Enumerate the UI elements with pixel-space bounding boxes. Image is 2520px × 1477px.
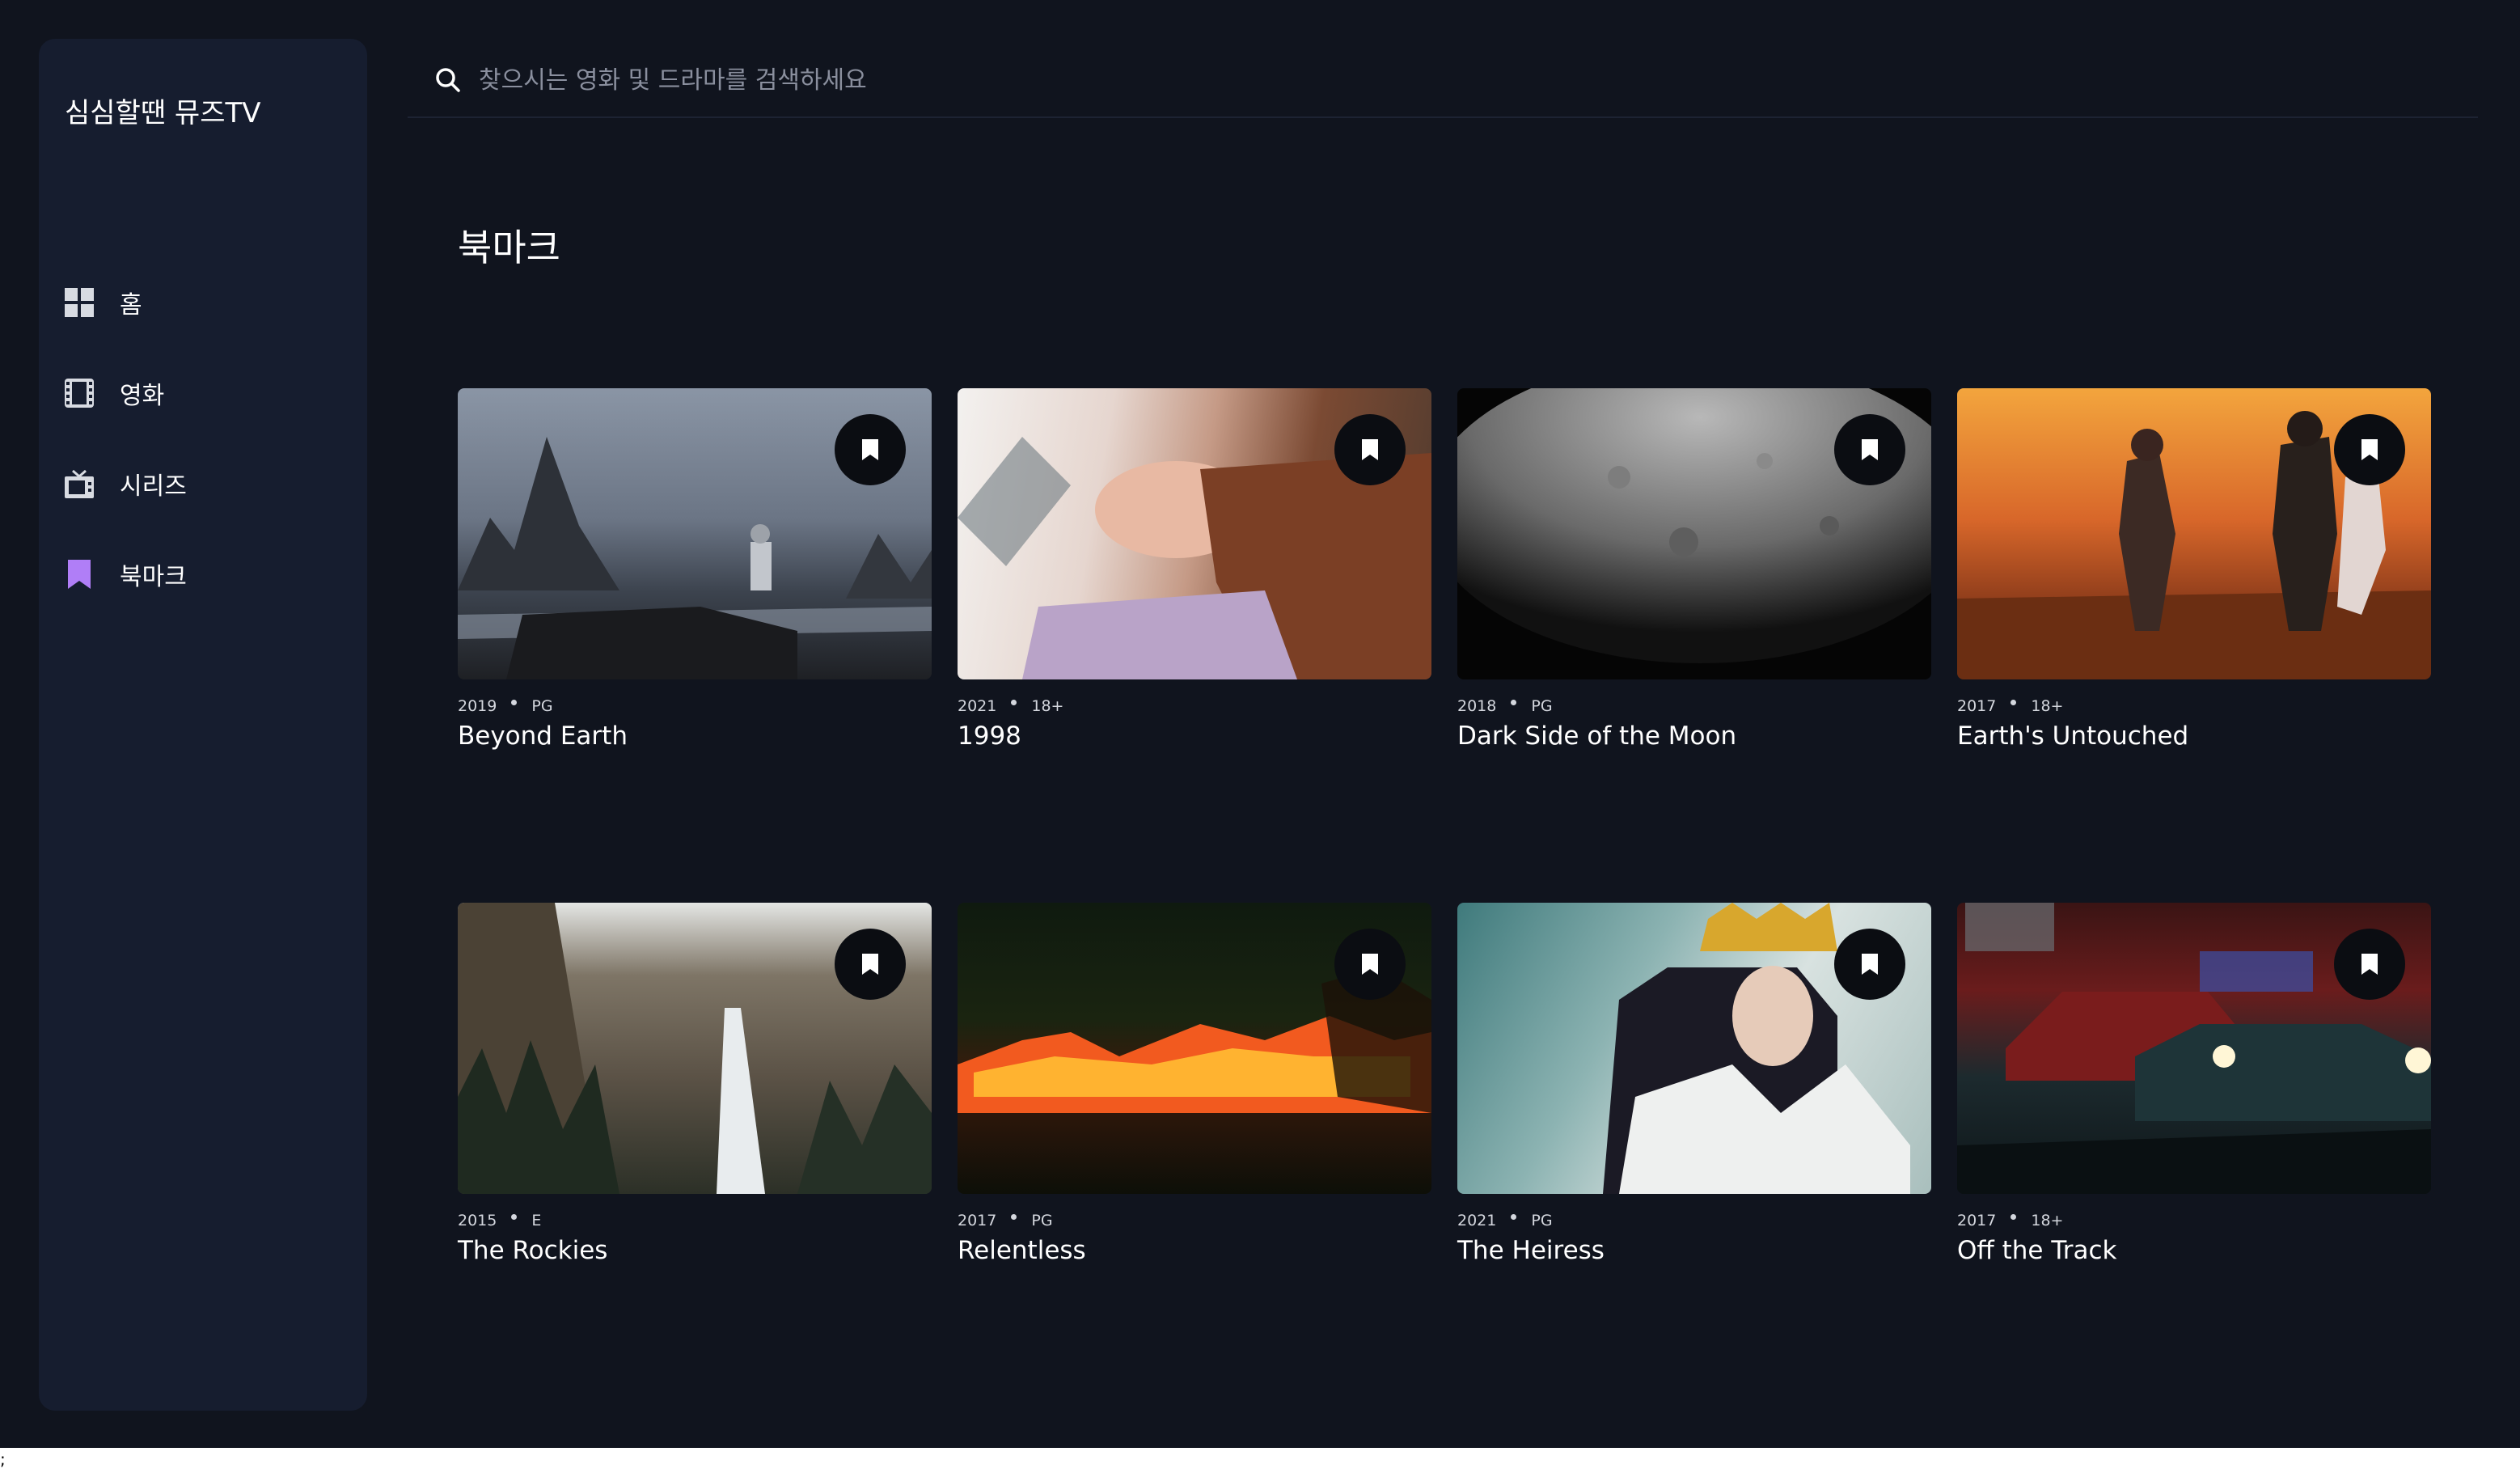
sidebar-item-label: 홈	[120, 291, 142, 320]
card-year: 2021	[1457, 1212, 1497, 1229]
card-rating: 18+	[2031, 697, 2064, 715]
card-title[interactable]: Beyond Earth	[458, 722, 932, 751]
page-title: 북마크	[458, 226, 560, 269]
bookmark-filled-icon	[2361, 439, 2378, 460]
card-year: 2017	[1957, 1212, 1997, 1229]
separator-dot	[2011, 699, 2017, 705]
card-meta: 2017 18+	[1957, 1212, 2431, 1229]
bookmark-button[interactable]	[1334, 929, 1406, 1000]
card-rating: E	[531, 1212, 542, 1229]
sidebar-item-series[interactable]: 시리즈	[63, 438, 187, 529]
card-title[interactable]: The Rockies	[458, 1236, 932, 1265]
card-rating: PG	[1531, 1212, 1553, 1229]
sidebar-item-label: 시리즈	[120, 472, 187, 501]
card-rating: 18+	[1031, 697, 1064, 715]
card-meta: 2021 18+	[958, 697, 1431, 715]
card-title[interactable]: Earth's Untouched	[1957, 722, 2431, 751]
bookmark-filled-icon	[1862, 954, 1878, 975]
bookmark-icon	[63, 558, 95, 590]
card-meta: 2021 PG	[1457, 1212, 1931, 1229]
search-bar	[408, 44, 2478, 118]
card-year: 2021	[958, 697, 997, 715]
card-meta: 2017 PG	[958, 1212, 1431, 1229]
bookmark-filled-icon	[2361, 954, 2378, 975]
separator-dot	[511, 699, 518, 705]
card-meta: 2017 18+	[1957, 697, 2431, 715]
bookmark-filled-icon	[1362, 954, 1378, 975]
media-card[interactable]: 2017 18+ Earth's Untouched	[1957, 388, 2431, 903]
sidebar-nav: 홈 영화 시리즈 북마크	[63, 257, 187, 620]
bookmark-button[interactable]	[1834, 414, 1905, 485]
card-year: 2017	[1957, 697, 1997, 715]
thumbnail-image[interactable]	[1457, 903, 1931, 1194]
media-card[interactable]: 2019 PG Beyond Earth	[458, 388, 932, 903]
bookmark-button[interactable]	[835, 929, 906, 1000]
card-title[interactable]: 1998	[958, 722, 1431, 751]
sidebar: 심심할땐 뮤즈TV 홈 영화 시리즈 북마크	[39, 39, 367, 1411]
separator-dot	[2011, 1213, 2017, 1220]
card-rating: PG	[1531, 697, 1553, 715]
bookmark-grid: 2019 PG Beyond Earth 2021 18+ 1998 2018 …	[458, 388, 2431, 1417]
bookmark-filled-icon	[1362, 439, 1378, 460]
thumbnail-image[interactable]	[958, 903, 1431, 1194]
card-title[interactable]: The Heiress	[1457, 1236, 1931, 1265]
media-card[interactable]: 2017 18+ Off the Track	[1957, 903, 2431, 1417]
thumbnail-image[interactable]	[1957, 388, 2431, 679]
thumbnail-image[interactable]	[1457, 388, 1931, 679]
thumbnail-image[interactable]	[458, 388, 932, 679]
media-card[interactable]: 2017 PG Relentless	[958, 903, 1431, 1417]
stray-semicolon: ;	[0, 1449, 6, 1469]
card-meta: 2019 PG	[458, 697, 932, 715]
search-input[interactable]	[477, 55, 1774, 105]
sidebar-item-label: 북마크	[120, 563, 187, 591]
thumbnail-image[interactable]	[458, 903, 932, 1194]
media-card[interactable]: 2018 PG Dark Side of the Moon	[1457, 388, 1931, 903]
thumbnail-image[interactable]	[958, 388, 1431, 679]
card-title[interactable]: Off the Track	[1957, 1236, 2431, 1265]
card-rating: 18+	[2031, 1212, 2064, 1229]
sidebar-item-movies[interactable]: 영화	[63, 348, 187, 438]
separator-dot	[1011, 1213, 1017, 1220]
card-rating: PG	[1031, 1212, 1053, 1229]
bookmark-filled-icon	[862, 439, 878, 460]
sidebar-item-bookmarks[interactable]: 북마크	[63, 529, 187, 620]
card-title[interactable]: Dark Side of the Moon	[1457, 722, 1931, 751]
card-rating: PG	[531, 697, 553, 715]
separator-dot	[1511, 1213, 1517, 1220]
thumbnail-image[interactable]	[1957, 903, 2431, 1194]
sidebar-item-label: 영화	[120, 382, 165, 410]
media-card[interactable]: 2021 18+ 1998	[958, 388, 1431, 903]
app-window: 심심할땐 뮤즈TV 홈 영화 시리즈 북마크 찾으시는 영화 및 드라마를 검색…	[0, 0, 2520, 1448]
brand-logo[interactable]: 심심할땐 뮤즈TV	[65, 91, 261, 130]
bookmark-button[interactable]	[2334, 414, 2405, 485]
bookmark-button[interactable]	[1334, 414, 1406, 485]
card-year: 2015	[458, 1212, 497, 1229]
card-year: 2017	[958, 1212, 997, 1229]
grid-icon	[63, 286, 95, 319]
film-icon	[63, 377, 95, 409]
bookmark-button[interactable]	[835, 414, 906, 485]
card-year: 2018	[1457, 697, 1497, 715]
media-card[interactable]: 2021 PG The Heiress	[1457, 903, 1931, 1417]
bookmark-filled-icon	[1862, 439, 1878, 460]
separator-dot	[1511, 699, 1517, 705]
separator-dot	[1011, 699, 1017, 705]
bookmark-button[interactable]	[1834, 929, 1905, 1000]
card-meta: 2015 E	[458, 1212, 932, 1229]
card-meta: 2018 PG	[1457, 697, 1931, 715]
card-year: 2019	[458, 697, 497, 715]
sidebar-item-home[interactable]: 홈	[63, 257, 187, 348]
tv-icon	[63, 468, 95, 500]
search-icon[interactable]	[432, 64, 464, 96]
bookmark-filled-icon	[862, 954, 878, 975]
bookmark-button[interactable]	[2334, 929, 2405, 1000]
separator-dot	[511, 1213, 518, 1220]
card-title[interactable]: Relentless	[958, 1236, 1431, 1265]
media-card[interactable]: 2015 E The Rockies	[458, 903, 932, 1417]
